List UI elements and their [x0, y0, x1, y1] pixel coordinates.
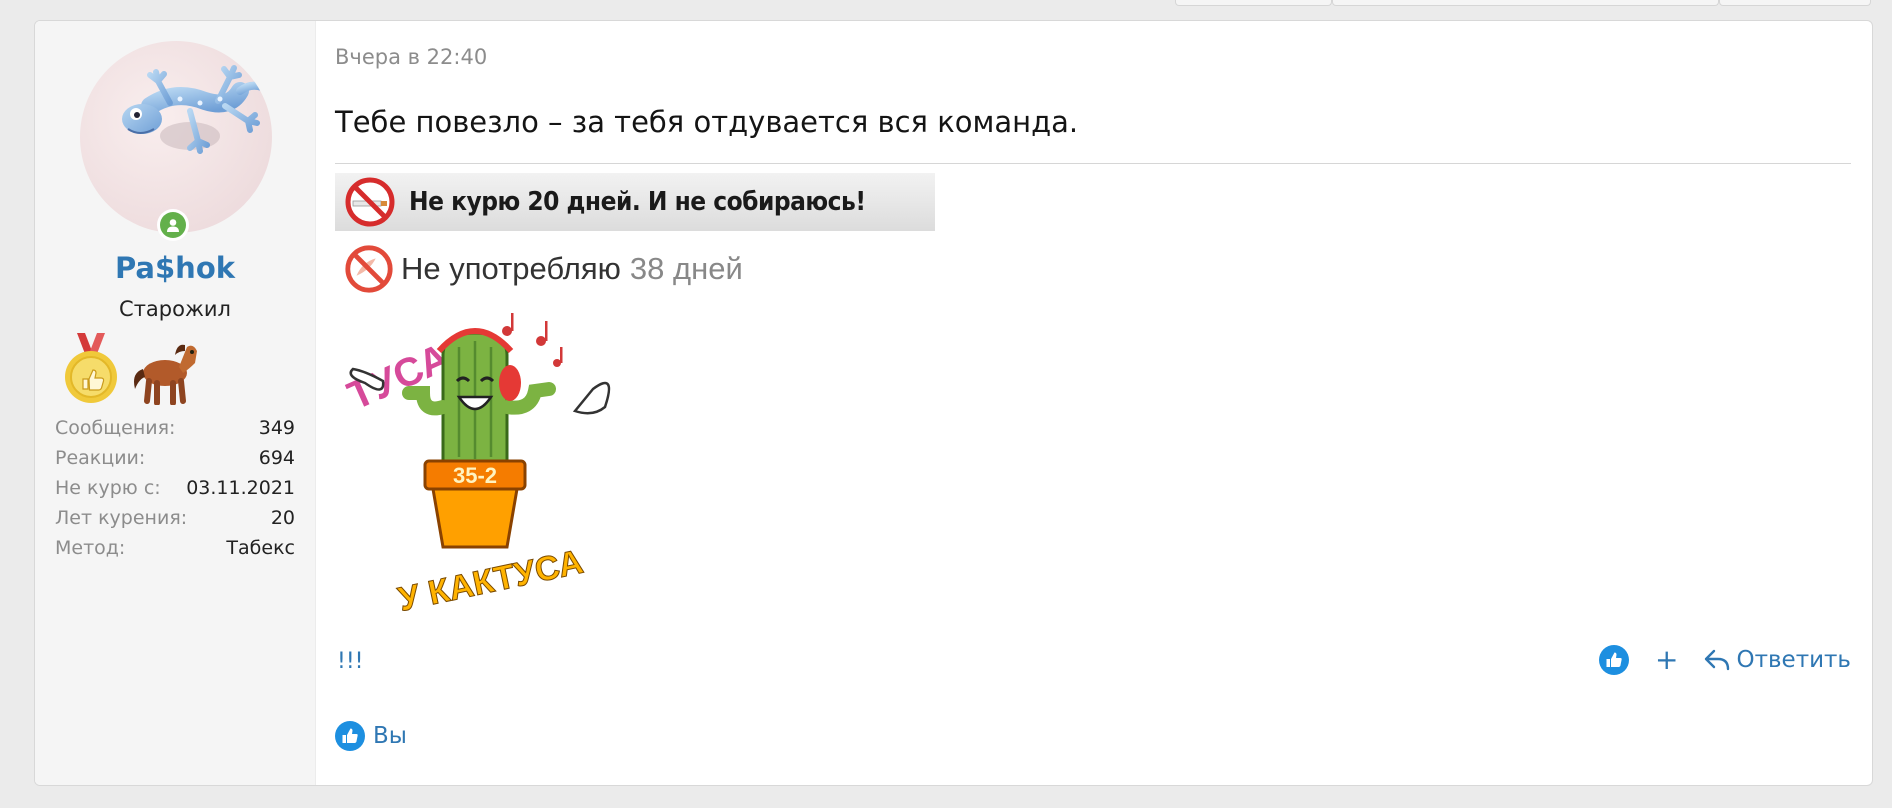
stat-label: Лет курения: — [55, 507, 188, 529]
stat-value: 20 — [270, 507, 295, 529]
reactions-bar: Вы — [335, 721, 407, 751]
post-actions: + Ответить — [1599, 645, 1851, 675]
signature-banner-text: Не курю 20 дней. И не собираюсь! — [409, 187, 866, 217]
stat-value: 03.11.2021 — [186, 477, 295, 499]
thumbs-up-icon — [335, 721, 365, 751]
thumbs-up-icon — [1606, 652, 1622, 667]
reply-button[interactable]: Ответить — [1704, 647, 1851, 673]
post-content: Вчера в 22:40 Тебе повезло – за тебя отд… — [335, 21, 1855, 785]
user-title: Старожил — [119, 297, 231, 321]
user-stats: Сообщения: 349 Реакции: 694 Не курю с: 0… — [55, 413, 295, 563]
gecko-avatar-image — [122, 65, 266, 154]
music-notes — [502, 313, 563, 367]
cactus-pot-text: 35-2 — [453, 463, 497, 488]
medal-thumbs-up-icon[interactable] — [63, 333, 119, 405]
post-date[interactable]: Вчера в 22:40 — [335, 45, 487, 69]
no-smoking-icon — [345, 177, 395, 227]
stat-label: Реакции: — [55, 447, 146, 469]
reply-button-label: Ответить — [1736, 647, 1851, 673]
online-indicator — [157, 209, 189, 241]
like-button[interactable] — [1599, 645, 1630, 675]
username[interactable]: Pa$hok — [35, 251, 315, 285]
counter-value: 38 дней — [629, 251, 743, 286]
stat-row-quit-date: Не курю с: 03.11.2021 — [55, 473, 295, 503]
user-icon — [167, 219, 179, 232]
stat-label: Метод: — [55, 537, 126, 559]
stat-row-messages: Сообщения: 349 — [55, 413, 295, 443]
trophy-list — [63, 333, 205, 405]
no-drugs-icon — [345, 245, 393, 293]
reply-icon — [1705, 649, 1730, 671]
cactus-bottom-text: У КАКТУСА — [395, 543, 586, 619]
stat-label: Не курю с: — [55, 477, 161, 499]
signature-divider — [335, 163, 1851, 164]
reaction-users-link[interactable]: Вы — [373, 723, 407, 749]
user-sidebar: Pa$hok Старожил Сообщения: 349 Реакции: … — [35, 21, 316, 785]
counter-label: Не употребляю — [401, 251, 621, 286]
stat-row-smoking-years: Лет курения: 20 — [55, 503, 295, 533]
stat-row-method: Метод: Табекс — [55, 533, 295, 563]
forum-post: Pa$hok Старожил Сообщения: 349 Реакции: … — [34, 20, 1873, 786]
top-tab[interactable] — [1332, 0, 1719, 6]
top-tab[interactable] — [1175, 0, 1332, 6]
top-tab[interactable] — [1719, 0, 1871, 6]
cactus-party-image[interactable]: ТУСА 35-2 У КАКТУСА — [335, 311, 635, 626]
stat-label: Сообщения: — [55, 417, 176, 439]
top-tabs — [1175, 0, 1871, 6]
signature-banner-days[interactable]: Не курю 20 дней. И не собираюсь! — [335, 173, 935, 231]
stat-value: Табекс — [226, 537, 295, 559]
avatar[interactable] — [80, 41, 272, 233]
stat-value: 694 — [258, 447, 295, 469]
pony-icon[interactable] — [129, 333, 205, 405]
signature-extra-text: !!! — [337, 649, 364, 674]
stat-value[interactable]: 349 — [259, 413, 295, 443]
stat-row-reactions: Реакции: 694 — [55, 443, 295, 473]
post-text: Тебе повезло – за тебя отдувается вся ко… — [335, 105, 1079, 139]
signature-banner-counter[interactable]: Не употребляю 38 дней — [335, 239, 835, 299]
add-reaction-button[interactable]: + — [1655, 645, 1678, 675]
